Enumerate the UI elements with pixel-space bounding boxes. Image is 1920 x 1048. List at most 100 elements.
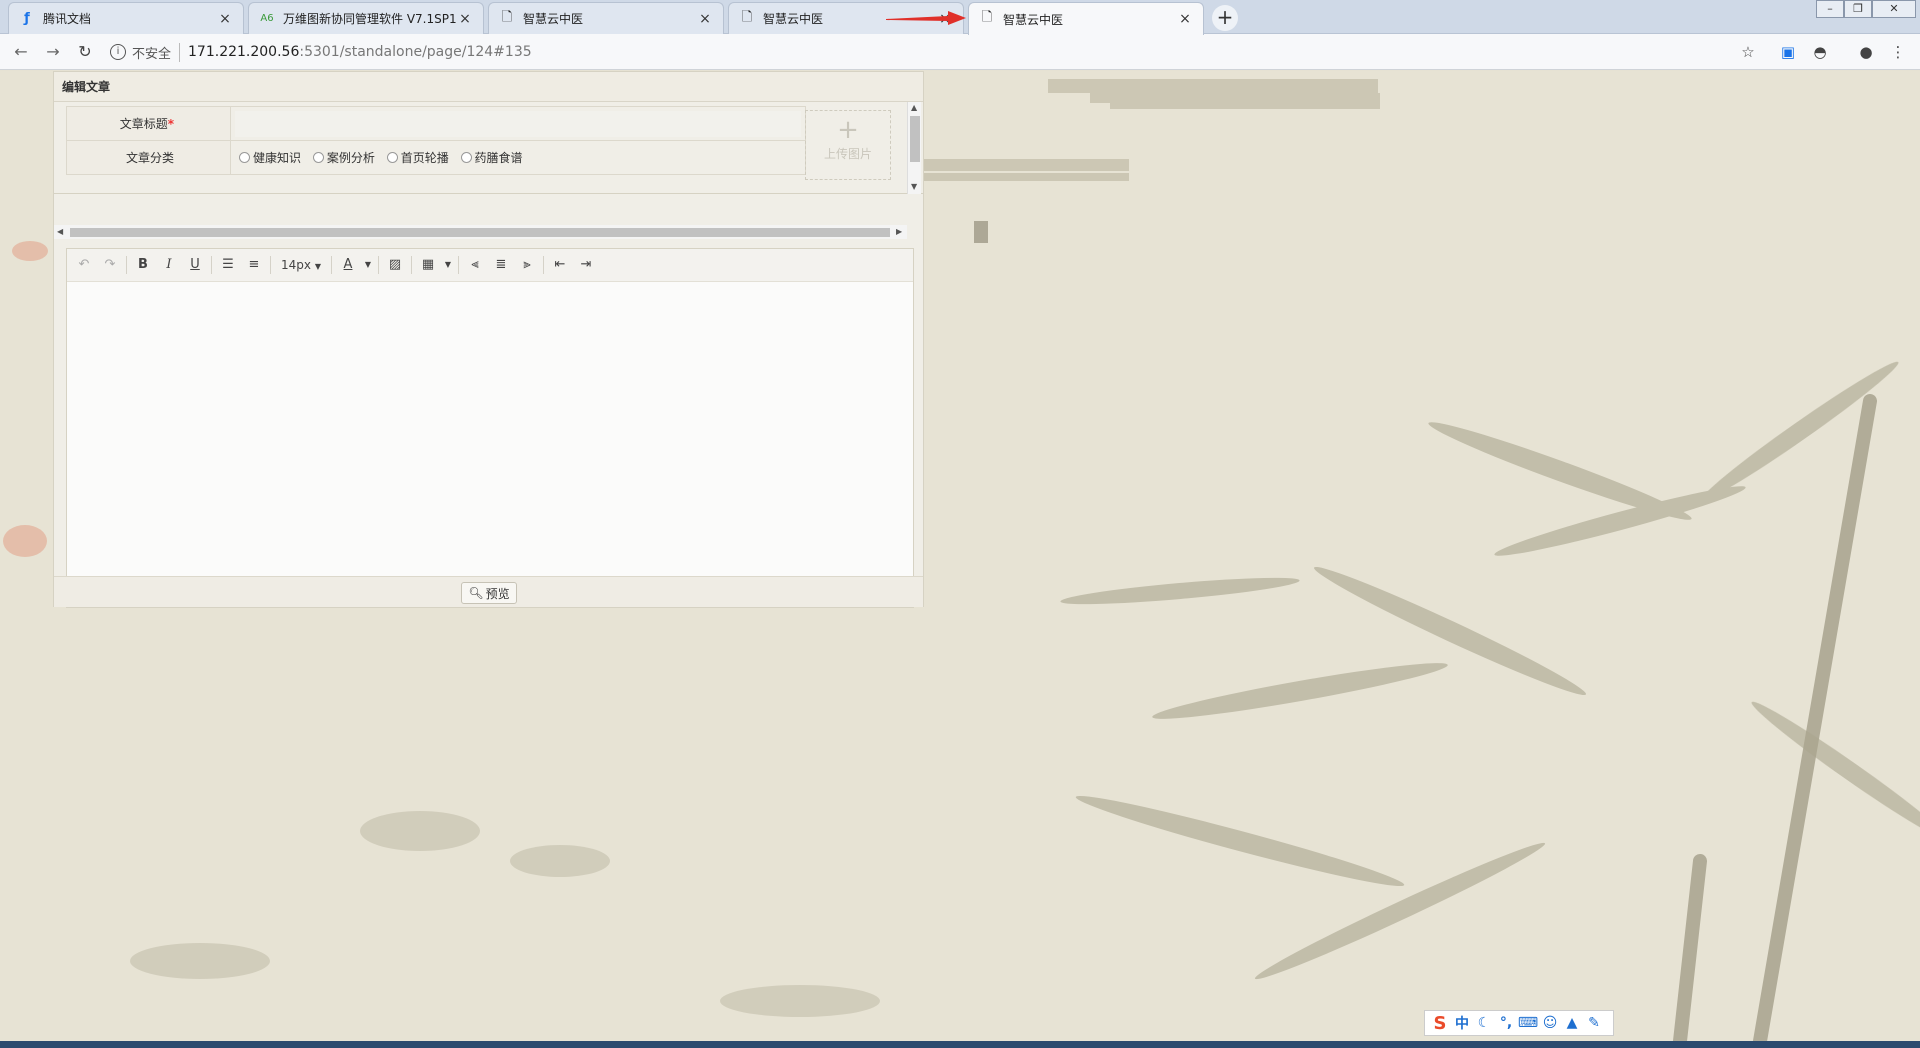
tab-collaboration-software[interactable]: A6 万维图新协同管理软件 V7.1SP1 ×: [248, 2, 484, 34]
category-radio-health[interactable]: 健康知识: [239, 149, 301, 166]
url-host[interactable]: 171.221.200.56: [188, 44, 299, 60]
bold-icon[interactable]: B: [130, 254, 156, 276]
title-label-cell: 文章标题*: [66, 106, 231, 141]
category-row: 文章分类 健康知识 案例分析 首页轮播 药膳食谱: [66, 140, 806, 175]
profile-icon[interactable]: ●: [1856, 42, 1876, 62]
horizontal-scrollbar[interactable]: ◀ ▶: [54, 225, 907, 239]
toolbar-divider: [211, 256, 212, 274]
info-icon[interactable]: i: [110, 44, 126, 60]
red-arrow-annotation: [886, 11, 966, 25]
tab-smart-tcm-1[interactable]: 🗋 智慧云中医 ×: [488, 2, 724, 34]
font-color-icon[interactable]: A: [335, 254, 361, 276]
new-tab-button[interactable]: +: [1212, 5, 1238, 31]
window-close-button[interactable]: ✕: [1872, 0, 1916, 18]
underline-icon[interactable]: U: [182, 254, 208, 276]
page-viewport: 编辑文章 文章标题* 文章分类 健康知识 案例分析 首页轮播 药膳食谱 + 上传…: [0, 71, 1920, 1041]
upload-image-button[interactable]: + 上传图片: [805, 110, 891, 180]
tab-label: 智慧云中医: [523, 12, 584, 26]
skin-icon[interactable]: ▲: [1561, 1015, 1583, 1031]
unordered-list-icon[interactable]: ≡: [241, 254, 267, 276]
rich-text-editor: ↶ ↷ B I U ☰ ≡ 14px ▼ A ▼ ▨ ▦ ▼ ⫷ ≣ ⫸ ⇤ ⇥: [66, 248, 914, 608]
scrollbar-thumb[interactable]: [910, 116, 920, 162]
align-right-icon[interactable]: ⫸: [514, 254, 540, 276]
vertical-scrollbar[interactable]: ▲ ▼: [907, 102, 921, 194]
close-icon[interactable]: ×: [1177, 11, 1193, 27]
align-left-icon[interactable]: ⫷: [462, 254, 488, 276]
category-radio-cases[interactable]: 案例分析: [312, 149, 375, 166]
ime-status-bar[interactable]: S 中 ☾ °, ⌨ ☺ ▲ ✎: [1424, 1010, 1614, 1036]
edit-article-panel: 编辑文章 文章标题* 文章分类 健康知识 案例分析 首页轮播 药膳食谱 + 上传…: [53, 71, 924, 608]
toolbar-divider: [378, 256, 379, 274]
minimize-button[interactable]: –: [1816, 0, 1844, 18]
article-title-input[interactable]: [235, 110, 801, 137]
ordered-list-icon[interactable]: ☰: [215, 254, 241, 276]
page-icon: 🗋: [981, 10, 993, 25]
forward-arrow-icon[interactable]: →: [42, 41, 64, 63]
security-label[interactable]: 不安全: [132, 42, 181, 62]
tab-label: 万维图新协同管理软件 V7.1SP1: [283, 12, 457, 26]
font-size-value: 14px: [281, 258, 311, 272]
close-icon[interactable]: ×: [697, 11, 713, 27]
url-path[interactable]: :5301/standalone/page/124#135: [299, 44, 531, 60]
user-icon[interactable]: ☺: [1539, 1015, 1561, 1031]
browser-tab-bar: ƒ 腾讯文档 × A6 万维图新协同管理软件 V7.1SP1 × 🗋 智慧云中医…: [0, 0, 1920, 35]
outdent-icon[interactable]: ⇤: [547, 254, 573, 276]
star-icon[interactable]: ☆: [1738, 42, 1758, 62]
radio-label: 案例分析: [326, 151, 375, 165]
incognito-extension-icon[interactable]: ◓: [1810, 42, 1830, 62]
article-form: 文章标题* 文章分类 健康知识 案例分析 首页轮播 药膳食谱 + 上传图片 ▲ …: [54, 102, 923, 194]
chevron-down-icon[interactable]: ▼: [361, 254, 375, 276]
tab-label: 智慧云中医: [1003, 12, 1064, 27]
plus-icon: +: [837, 115, 859, 145]
tab-tencent-docs[interactable]: ƒ 腾讯文档 ×: [8, 2, 244, 34]
punctuation-icon[interactable]: °,: [1495, 1015, 1517, 1031]
table-icon[interactable]: ▦: [415, 254, 441, 276]
category-radio-carousel[interactable]: 首页轮播: [386, 149, 449, 166]
keyboard-icon[interactable]: ⌨: [1517, 1015, 1539, 1031]
title-row: 文章标题*: [66, 106, 806, 141]
redo-icon[interactable]: ↷: [97, 254, 123, 276]
panel-title: 编辑文章: [54, 72, 923, 102]
back-arrow-icon[interactable]: ←: [10, 41, 32, 63]
close-icon[interactable]: ×: [217, 11, 233, 27]
preview-button[interactable]: 🔍︎ 预览: [461, 582, 517, 604]
moon-icon[interactable]: ☾: [1473, 1015, 1495, 1031]
align-center-icon[interactable]: ≣: [488, 254, 514, 276]
search-icon: 🔍︎: [468, 586, 484, 600]
maximize-button[interactable]: ❐: [1844, 0, 1872, 18]
font-size-select[interactable]: 14px ▼: [274, 254, 328, 276]
wrench-icon[interactable]: ✎: [1583, 1015, 1605, 1031]
menu-icon[interactable]: ⋮: [1888, 42, 1908, 62]
scroll-down-icon[interactable]: ▼: [911, 182, 917, 191]
title-label: 文章标题: [119, 117, 168, 131]
undo-icon[interactable]: ↶: [71, 254, 97, 276]
radio-icon[interactable]: [386, 152, 398, 163]
tencent-docs-icon: ƒ: [24, 11, 30, 26]
radio-icon[interactable]: [239, 152, 250, 163]
scroll-right-icon[interactable]: ▶: [896, 227, 902, 236]
toolbar-divider: [458, 256, 459, 274]
radio-icon[interactable]: [312, 152, 324, 163]
indent-icon[interactable]: ⇥: [573, 254, 599, 276]
reload-icon[interactable]: ↻: [74, 41, 96, 63]
scroll-left-icon[interactable]: ◀: [57, 227, 63, 236]
editor-content-area[interactable]: [67, 282, 913, 607]
category-options: 健康知识 案例分析 首页轮播 药膳食谱: [230, 140, 806, 175]
image-icon[interactable]: ▨: [382, 254, 408, 276]
italic-icon[interactable]: I: [156, 254, 182, 276]
scroll-up-icon[interactable]: ▲: [911, 103, 917, 112]
scrollbar-thumb[interactable]: [70, 228, 890, 237]
required-mark: *: [167, 117, 174, 131]
chevron-down-icon[interactable]: ▼: [441, 254, 455, 276]
editor-toolbar: ↶ ↷ B I U ☰ ≡ 14px ▼ A ▼ ▨ ▦ ▼ ⫷ ≣ ⫸ ⇤ ⇥: [67, 249, 913, 282]
address-bar[interactable]: i 不安全 171.221.200.56 :5301/standalone/pa…: [110, 39, 1750, 65]
os-taskbar: [0, 1041, 1920, 1048]
ime-mode[interactable]: 中: [1451, 1013, 1473, 1033]
panel-footer: 🔍︎ 预览: [54, 576, 923, 607]
extension-icon[interactable]: ▣: [1778, 42, 1798, 62]
tab-smart-tcm-active[interactable]: 🗋 智慧云中医 ×: [968, 2, 1204, 35]
category-radio-recipes[interactable]: 药膳食谱: [460, 149, 523, 166]
close-icon[interactable]: ×: [457, 11, 473, 27]
toolbar-divider: [331, 256, 332, 274]
radio-icon[interactable]: [460, 152, 472, 163]
